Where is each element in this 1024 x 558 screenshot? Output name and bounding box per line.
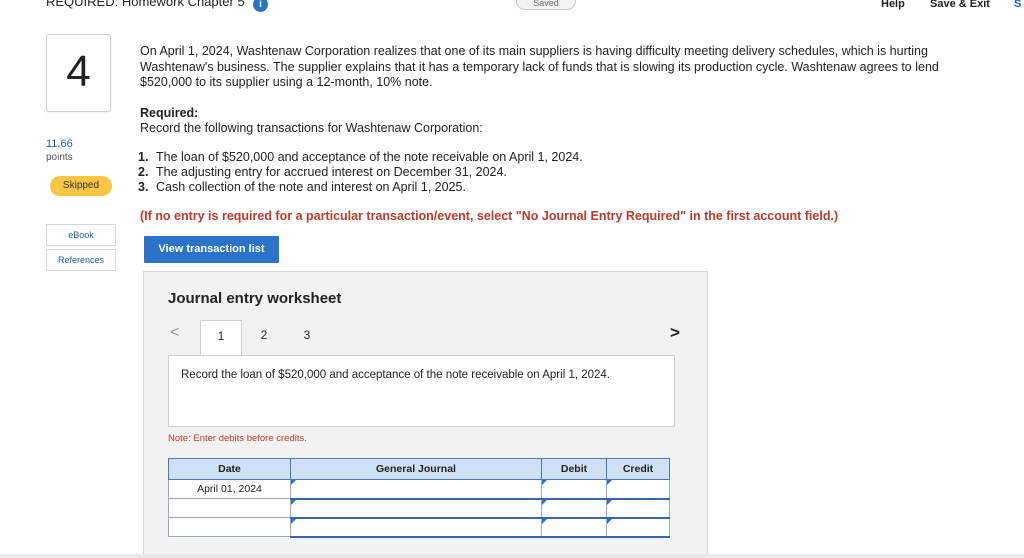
column-header-debit: Debit	[541, 458, 607, 480]
references-button[interactable]: References	[46, 249, 116, 271]
journal-worksheet: Journal entry worksheet < 1 2 3 > Record…	[143, 271, 708, 558]
account-input[interactable]	[290, 479, 542, 500]
points-label: points	[46, 152, 73, 163]
points-value: 11.66	[46, 138, 73, 150]
column-header-date: Date	[168, 458, 291, 480]
date-cell[interactable]	[168, 517, 291, 537]
debit-input[interactable]	[541, 498, 607, 519]
dropdown-indicator-icon	[291, 480, 296, 485]
bottom-divider	[0, 554, 1024, 558]
question-number-box: 4	[46, 34, 111, 112]
instruction-text: (If no entry is required for a particula…	[140, 209, 839, 223]
required-items: 1. The loan of $520,000 and acceptance of…	[138, 150, 583, 195]
table-row	[168, 517, 670, 538]
save-exit-button[interactable]: Save & Exit	[930, 0, 990, 10]
note-label: Note:	[168, 433, 191, 444]
required-item: 1. The loan of $520,000 and acceptance of…	[138, 150, 583, 164]
top-bar: REQUIRED: Homework Chapter 5 i Saved Hel…	[0, 0, 1024, 14]
tab-3[interactable]: 3	[297, 320, 317, 356]
input-indicator-icon	[542, 518, 547, 524]
chevron-left-icon[interactable]: <	[170, 324, 179, 342]
question-paragraph: On April 1, 2024, Washtenaw Corporation …	[140, 44, 939, 89]
submit-button[interactable]: S	[1014, 0, 1021, 10]
debit-input[interactable]	[541, 479, 607, 500]
required-line: Record the following transactions for Wa…	[140, 121, 483, 135]
note-text: Note: Enter debits before credits.	[168, 433, 307, 444]
journal-table: Date General Journal Debit Credit April …	[168, 458, 670, 538]
account-input[interactable]	[290, 517, 542, 538]
column-header-journal: General Journal	[290, 458, 542, 480]
date-cell[interactable]: April 01, 2024	[168, 479, 291, 499]
column-header-credit: Credit	[606, 458, 670, 480]
input-indicator-icon	[607, 518, 612, 524]
status-badge: Skipped	[50, 176, 112, 196]
required-item: 2. The adjusting entry for accrued intere…	[138, 165, 507, 179]
credit-input[interactable]	[606, 479, 670, 500]
table-row: April 01, 2024	[168, 479, 670, 500]
credit-input[interactable]	[606, 517, 670, 538]
question-number: 4	[66, 47, 91, 96]
assignment-title: REQUIRED: Homework Chapter 5	[46, 0, 245, 9]
input-indicator-icon	[607, 499, 612, 505]
required-heading: Required:	[140, 106, 199, 120]
credit-input[interactable]	[606, 498, 670, 519]
chevron-right-icon[interactable]: >	[670, 323, 680, 343]
help-button[interactable]: Help	[881, 0, 905, 10]
dropdown-indicator-icon	[291, 518, 296, 524]
dropdown-indicator-icon	[291, 499, 296, 505]
note-body: Enter debits before credits.	[193, 433, 307, 444]
tab-2[interactable]: 2	[254, 320, 274, 356]
tab-1[interactable]: 1	[200, 320, 242, 356]
date-cell[interactable]	[168, 498, 291, 518]
info-icon[interactable]: i	[253, 0, 268, 12]
ebook-button[interactable]: eBook	[46, 224, 116, 246]
required-item: 3. Cash collection of the note and intere…	[138, 180, 466, 194]
view-transaction-list-button[interactable]: View transaction list	[144, 236, 279, 263]
worksheet-title: Journal entry worksheet	[168, 290, 342, 307]
debit-input[interactable]	[541, 517, 607, 538]
input-indicator-icon	[607, 480, 612, 485]
saved-status: Saved	[516, 0, 576, 10]
table-row	[168, 498, 670, 519]
input-indicator-icon	[542, 480, 547, 485]
transaction-prompt: Record the loan of $520,000 and acceptan…	[168, 355, 675, 427]
account-input[interactable]	[290, 498, 542, 519]
input-indicator-icon	[542, 499, 547, 505]
